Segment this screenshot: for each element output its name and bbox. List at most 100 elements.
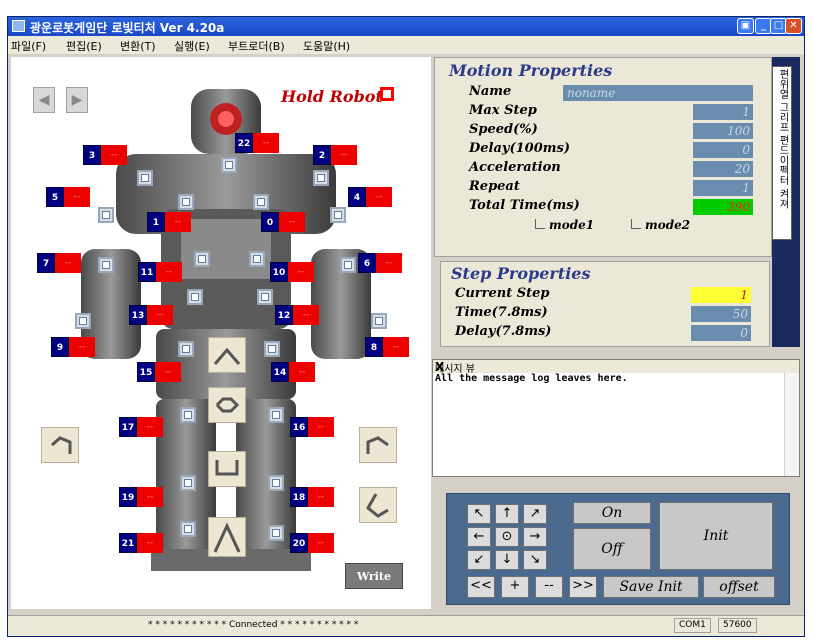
delay-label: Delay(100ms) bbox=[469, 141, 570, 156]
write-button[interactable]: Write bbox=[345, 563, 403, 589]
move-up-button[interactable]: ↑ bbox=[495, 504, 519, 524]
pose-center-button[interactable] bbox=[208, 387, 246, 423]
menu-file[interactable]: 파일(F) bbox=[11, 38, 46, 54]
move-up-left-button[interactable]: ↖ bbox=[467, 504, 491, 524]
plus-button[interactable]: + bbox=[501, 576, 529, 598]
save-init-button[interactable]: Save Init bbox=[603, 576, 699, 598]
step-delay-label: Delay(7.8ms) bbox=[455, 324, 552, 339]
time-label: Time(7.8ms) bbox=[455, 305, 548, 320]
menu-run[interactable]: 실행(E) bbox=[174, 38, 210, 54]
servo-select-checkbox[interactable] bbox=[180, 475, 196, 491]
name-label: Name bbox=[469, 84, 512, 99]
message-view-header: 메시지 뷰 X bbox=[433, 360, 799, 375]
step-delay-field[interactable]: 0 bbox=[691, 325, 751, 341]
side-tabs[interactable]: 편위열 그리프 편드이펙터 켜져 bbox=[772, 66, 792, 240]
servo-select-checkbox[interactable] bbox=[371, 313, 387, 329]
title-bar: 광운로봇게임단 로빛티처 Ver 4.20a ▣ _ □ ✕ bbox=[8, 17, 804, 36]
move-right-button[interactable]: → bbox=[523, 527, 547, 547]
repeat-label: Repeat bbox=[469, 179, 520, 194]
app-window: 광운로봇게임단 로빛티처 Ver 4.20a ▣ _ □ ✕ 파일(F) 편집(… bbox=[7, 16, 805, 637]
left-arrow-icon: ◀ bbox=[38, 92, 50, 108]
offset-button[interactable]: offset bbox=[703, 576, 775, 598]
servo-select-checkbox[interactable] bbox=[253, 194, 269, 210]
app-icon bbox=[12, 20, 25, 32]
delay-field[interactable]: 0 bbox=[693, 142, 753, 158]
pose-stand-button[interactable] bbox=[208, 517, 246, 557]
kick-icon bbox=[366, 493, 389, 518]
window-title: 광운로봇게임단 로빛티처 Ver 4.20a bbox=[30, 21, 225, 35]
time-field[interactable]: 50 bbox=[691, 306, 751, 322]
servo-select-checkbox[interactable] bbox=[313, 170, 329, 186]
motion-properties-header: Motion Properties bbox=[449, 61, 613, 80]
current-step-label: Current Step bbox=[455, 286, 550, 301]
speed-field[interactable]: 100 bbox=[693, 123, 753, 139]
message-log: All the message log leaves here. bbox=[435, 373, 628, 384]
repeat-field[interactable]: 1 bbox=[693, 180, 753, 196]
mode2-checkbox[interactable]: mode2 bbox=[631, 218, 690, 232]
move-down-left-button[interactable]: ↙ bbox=[467, 550, 491, 570]
servo-select-checkbox[interactable] bbox=[178, 194, 194, 210]
acceleration-label: Acceleration bbox=[469, 160, 561, 175]
servo-select-checkbox[interactable] bbox=[187, 289, 203, 305]
next-button[interactable]: ▶ bbox=[66, 87, 88, 113]
move-down-button[interactable]: ↓ bbox=[495, 550, 519, 570]
minus-button[interactable]: -- bbox=[535, 576, 563, 598]
off-button[interactable]: Off bbox=[573, 528, 651, 570]
init-button[interactable]: Init bbox=[659, 502, 773, 570]
menu-bootloader[interactable]: 부트로더(B) bbox=[228, 38, 285, 54]
total-time-field: 390 bbox=[693, 199, 753, 215]
max-step-field[interactable]: 1 bbox=[693, 104, 753, 120]
menu-help[interactable]: 도움말(H) bbox=[303, 38, 350, 54]
pose-kick-button[interactable] bbox=[359, 487, 397, 523]
right-arrow-icon: ▶ bbox=[71, 92, 83, 108]
move-left-button[interactable]: ← bbox=[467, 527, 491, 547]
servo-select-checkbox[interactable] bbox=[268, 475, 284, 491]
mode1-checkbox[interactable]: mode1 bbox=[535, 218, 594, 232]
current-step-field[interactable]: 1 bbox=[691, 287, 751, 303]
servo-select-checkbox[interactable] bbox=[180, 407, 196, 423]
pose-up-button[interactable] bbox=[208, 337, 246, 373]
servo-select-checkbox[interactable] bbox=[257, 289, 273, 305]
port-indicator: COM1 bbox=[674, 618, 711, 633]
pose-left-button[interactable] bbox=[41, 427, 79, 463]
servo-select-checkbox[interactable] bbox=[268, 407, 284, 423]
servo-select-checkbox[interactable] bbox=[178, 341, 194, 357]
robot-image bbox=[81, 89, 371, 571]
servo-select-checkbox[interactable] bbox=[268, 525, 284, 541]
control-pad: ↖ ↑ ↗ ← ⊙ → ↙ ↓ ↘ On Off Init << + -- >>… bbox=[446, 493, 790, 605]
servo-select-checkbox[interactable] bbox=[98, 257, 114, 273]
servo-select-checkbox[interactable] bbox=[180, 521, 196, 537]
forward-button[interactable]: >> bbox=[569, 576, 597, 598]
message-scrollbar[interactable] bbox=[784, 373, 799, 476]
name-field[interactable]: noname bbox=[563, 85, 753, 101]
pose-crouch-button[interactable] bbox=[208, 451, 246, 487]
servo-select-checkbox[interactable] bbox=[264, 341, 280, 357]
prev-button[interactable]: ◀ bbox=[33, 87, 55, 113]
pose-right-button[interactable] bbox=[359, 427, 397, 463]
baud-indicator: 57600 bbox=[718, 618, 757, 633]
move-down-right-button[interactable]: ↘ bbox=[523, 550, 547, 570]
servo-select-checkbox[interactable] bbox=[98, 207, 114, 223]
servo-select-checkbox[interactable] bbox=[249, 251, 265, 267]
close-icon[interactable]: ✕ bbox=[785, 18, 802, 34]
hold-robot-checkbox[interactable] bbox=[380, 87, 394, 101]
servo-select-checkbox[interactable] bbox=[221, 157, 237, 173]
message-view: 메시지 뷰 X All the message log leaves here. bbox=[432, 359, 800, 477]
servo-select-checkbox[interactable] bbox=[340, 257, 356, 273]
move-up-right-button[interactable]: ↗ bbox=[523, 504, 547, 524]
restore-icon[interactable]: ▣ bbox=[737, 18, 754, 34]
on-button[interactable]: On bbox=[573, 502, 651, 524]
menu-bar: 파일(F) 편집(E) 변환(T) 실행(E) 부트로더(B) 도움말(H) bbox=[8, 36, 804, 54]
servo-select-checkbox[interactable] bbox=[75, 313, 91, 329]
rewind-button[interactable]: << bbox=[467, 576, 495, 598]
diamond-icon bbox=[215, 397, 240, 413]
close-icon[interactable]: X bbox=[435, 360, 796, 374]
servo-select-checkbox[interactable] bbox=[137, 170, 153, 186]
menu-edit[interactable]: 편집(E) bbox=[66, 38, 102, 54]
servo-select-checkbox[interactable] bbox=[330, 207, 346, 223]
menu-convert[interactable]: 변환(T) bbox=[120, 38, 156, 54]
servo-select-checkbox[interactable] bbox=[194, 251, 210, 267]
speed-label: Speed(%) bbox=[469, 122, 538, 137]
acceleration-field[interactable]: 20 bbox=[693, 161, 753, 177]
center-button[interactable]: ⊙ bbox=[495, 527, 519, 547]
